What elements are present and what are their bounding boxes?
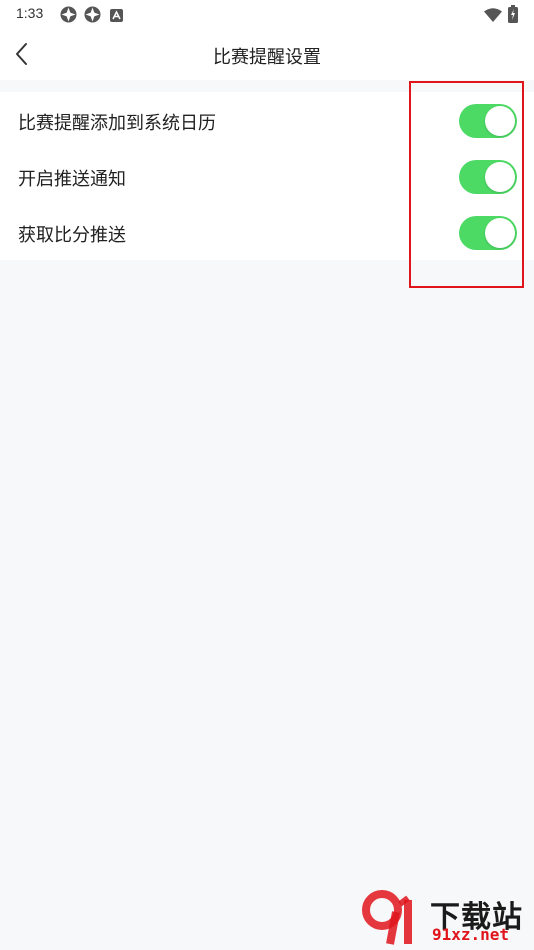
status-bar: 1:33 <box>0 0 534 30</box>
setting-label: 比赛提醒添加到系统日历 <box>18 113 216 134</box>
watermark: 下载站 91xz.net <box>360 890 530 946</box>
setting-label: 获取比分推送 <box>18 225 126 246</box>
shutter-icon <box>60 6 77 27</box>
shutter-icon <box>84 6 101 27</box>
status-time: 1:33 <box>16 5 44 21</box>
watermark-url: 91xz.net <box>432 925 510 944</box>
app-a-icon <box>110 7 123 26</box>
battery-charging-icon <box>508 5 518 27</box>
page-title: 比赛提醒设置 <box>213 47 321 68</box>
watermark-logo-icon <box>360 890 428 950</box>
highlight-box <box>409 81 524 288</box>
header: 比赛提醒设置 <box>0 30 534 80</box>
wifi-icon <box>484 7 502 26</box>
setting-label: 开启推送通知 <box>18 169 126 190</box>
